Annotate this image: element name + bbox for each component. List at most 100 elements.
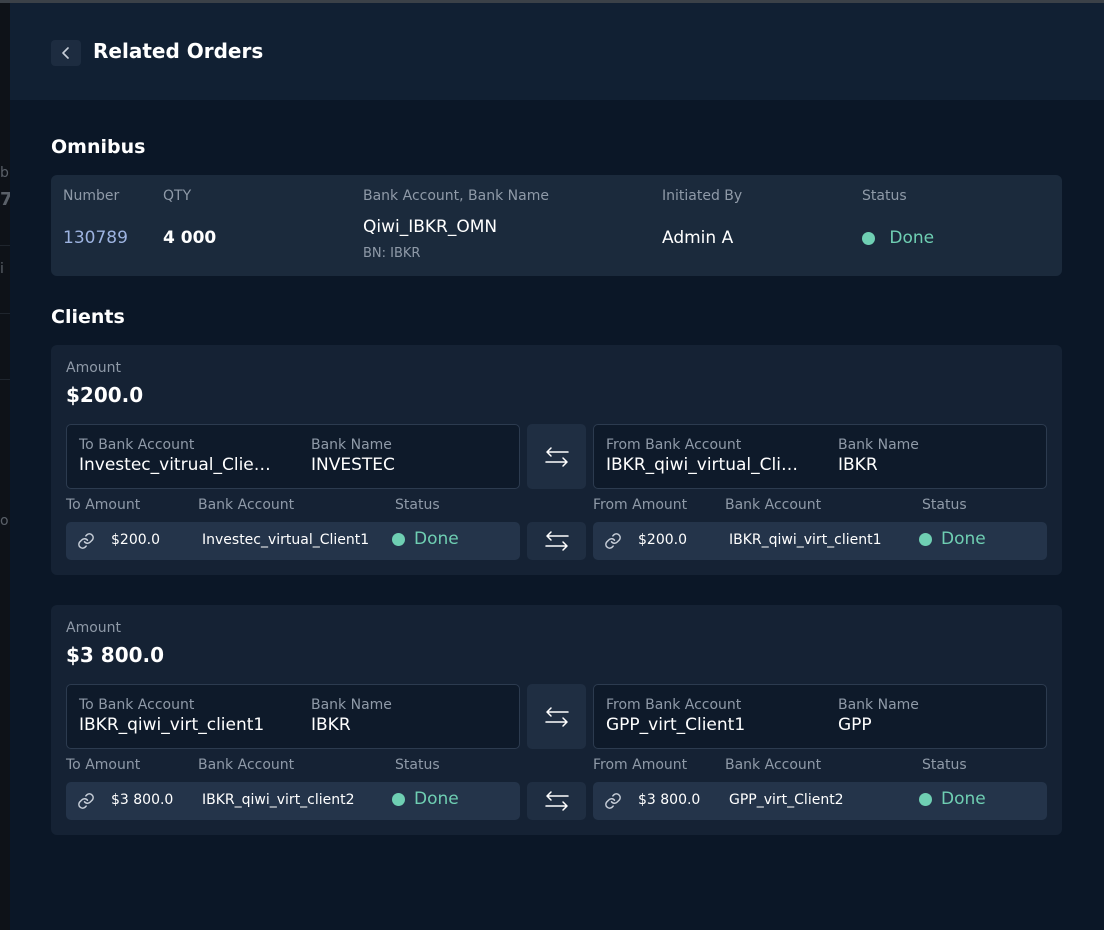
status-badge: Done xyxy=(392,789,459,809)
background-text-fragment: o xyxy=(0,513,9,529)
to-amount-value: $200.0 xyxy=(111,532,160,548)
amount-value: $3 800.0 xyxy=(66,643,165,667)
to-bank-account-box: To Bank Account Bank Name IBKR_qiwi_virt… xyxy=(66,684,520,749)
status-dot-icon xyxy=(862,231,875,245)
status-badge: Done xyxy=(862,228,934,248)
from-transfer-row: $200.0 IBKR_qiwi_virt_client1 Done xyxy=(593,522,1047,560)
to-bank-name-value: INVESTEC xyxy=(311,455,395,475)
client-order-card: Amount $3 800.0 To Bank Account Bank Nam… xyxy=(51,605,1062,835)
bank-account-label: Bank Account xyxy=(198,497,295,513)
from-bank-name-value: IBKR xyxy=(838,455,878,475)
from-bank-account-label: From Bank Account xyxy=(606,437,742,453)
bank-account-value: Qiwi_IBKR_OMN xyxy=(363,217,498,237)
link-icon[interactable] xyxy=(604,792,622,810)
page-title: Related Orders xyxy=(93,39,264,63)
status-text: Done xyxy=(941,789,986,809)
status-column-header: Status xyxy=(862,188,907,204)
from-amount-label: From Amount xyxy=(593,497,688,513)
to-account-value: Investec_virtual_Client1 xyxy=(202,532,370,548)
from-amount-value: $200.0 xyxy=(638,532,687,548)
status-badge: Done xyxy=(392,529,459,549)
to-transfer-row: $200.0 Investec_virtual_Client1 Done xyxy=(66,522,520,560)
amount-value: $200.0 xyxy=(66,383,144,407)
background-page: b 7 i o xyxy=(0,3,10,930)
initiated-column-header: Initiated By xyxy=(662,188,743,204)
bank-account-label: Bank Account xyxy=(725,497,822,513)
from-bank-account-value: GPP_virt_Client1 xyxy=(606,715,746,735)
from-bank-account-box: From Bank Account Bank Name IBKR_qiwi_vi… xyxy=(593,424,1047,489)
from-bank-account-label: From Bank Account xyxy=(606,697,742,713)
related-orders-panel: Related Orders Omnibus Number QTY Bank A… xyxy=(10,3,1104,930)
from-amount-value: $3 800.0 xyxy=(638,792,701,808)
bank-name-label: Bank Name xyxy=(311,697,392,713)
back-button[interactable] xyxy=(51,40,81,66)
status-badge: Done xyxy=(919,529,986,549)
from-bank-account-box: From Bank Account Bank Name GPP_virt_Cli… xyxy=(593,684,1047,749)
to-bank-account-value: IBKR_qiwi_virt_client1 xyxy=(79,715,265,735)
to-bank-account-label: To Bank Account xyxy=(79,697,195,713)
status-dot-icon xyxy=(919,533,932,546)
background-text-fragment: i xyxy=(0,261,4,277)
link-icon[interactable] xyxy=(77,532,95,550)
to-transfer-row: $3 800.0 IBKR_qiwi_virt_client2 Done xyxy=(66,782,520,820)
bank-account-label: Bank Account xyxy=(198,757,295,773)
amount-label: Amount xyxy=(66,360,122,376)
status-dot-icon xyxy=(919,793,932,806)
omnibus-card: Number QTY Bank Account, Bank Name Initi… xyxy=(51,175,1062,276)
bank-name-label: Bank Name xyxy=(838,697,919,713)
swap-arrows-icon xyxy=(544,706,569,727)
from-transfer-row: $3 800.0 GPP_virt_Client2 Done xyxy=(593,782,1047,820)
status-badge: Done xyxy=(919,789,986,809)
background-divider xyxy=(0,379,10,380)
status-dot-icon xyxy=(392,533,405,546)
swap-arrows-icon xyxy=(544,446,569,467)
to-bank-account-label: To Bank Account xyxy=(79,437,195,453)
panel-header: Related Orders xyxy=(10,3,1104,100)
background-text-fragment: b xyxy=(0,165,9,181)
background-divider xyxy=(0,313,10,314)
qty-column-header: QTY xyxy=(163,188,192,204)
status-text: Done xyxy=(941,529,986,549)
amount-label: Amount xyxy=(66,620,122,636)
from-account-value: GPP_virt_Client2 xyxy=(729,792,844,808)
status-text: Done xyxy=(414,789,459,809)
swap-transfer-button[interactable] xyxy=(527,782,586,820)
from-bank-account-value: IBKR_qiwi_virtual_Cli… xyxy=(606,455,798,475)
swap-accounts-button[interactable] xyxy=(527,684,586,749)
to-amount-value: $3 800.0 xyxy=(111,792,174,808)
to-bank-account-value: Investec_vitrual_Clie… xyxy=(79,455,271,475)
order-number-link[interactable]: 130789 xyxy=(63,228,128,248)
bank-name-value: BN: IBKR xyxy=(363,246,421,261)
status-text: Done xyxy=(889,228,935,248)
to-amount-label: To Amount xyxy=(66,497,141,513)
background-divider xyxy=(0,245,10,246)
to-bank-account-box: To Bank Account Bank Name Investec_vitru… xyxy=(66,424,520,489)
swap-accounts-button[interactable] xyxy=(527,424,586,489)
from-amount-label: From Amount xyxy=(593,757,688,773)
link-icon[interactable] xyxy=(77,792,95,810)
from-bank-name-value: GPP xyxy=(838,715,872,735)
to-bank-name-value: IBKR xyxy=(311,715,351,735)
client-order-card: Amount $200.0 To Bank Account Bank Name … xyxy=(51,345,1062,575)
status-label: Status xyxy=(395,757,440,773)
number-column-header: Number xyxy=(63,188,120,204)
status-text: Done xyxy=(414,529,459,549)
status-label: Status xyxy=(922,497,967,513)
swap-transfer-button[interactable] xyxy=(527,522,586,560)
chevron-left-icon xyxy=(62,47,69,59)
initiated-by-value: Admin A xyxy=(662,228,734,248)
status-dot-icon xyxy=(392,793,405,806)
omnibus-section-title: Omnibus xyxy=(51,136,146,158)
status-label: Status xyxy=(922,757,967,773)
status-label: Status xyxy=(395,497,440,513)
bank-name-label: Bank Name xyxy=(838,437,919,453)
bank-account-label: Bank Account xyxy=(725,757,822,773)
order-qty: 4 000 xyxy=(163,228,217,248)
swap-arrows-icon xyxy=(544,791,569,811)
swap-arrows-icon xyxy=(544,531,569,551)
bank-column-header: Bank Account, Bank Name xyxy=(363,188,549,204)
from-account-value: IBKR_qiwi_virt_client1 xyxy=(729,532,882,548)
link-icon[interactable] xyxy=(604,532,622,550)
to-account-value: IBKR_qiwi_virt_client2 xyxy=(202,792,355,808)
background-text-fragment: 7 xyxy=(0,189,10,210)
